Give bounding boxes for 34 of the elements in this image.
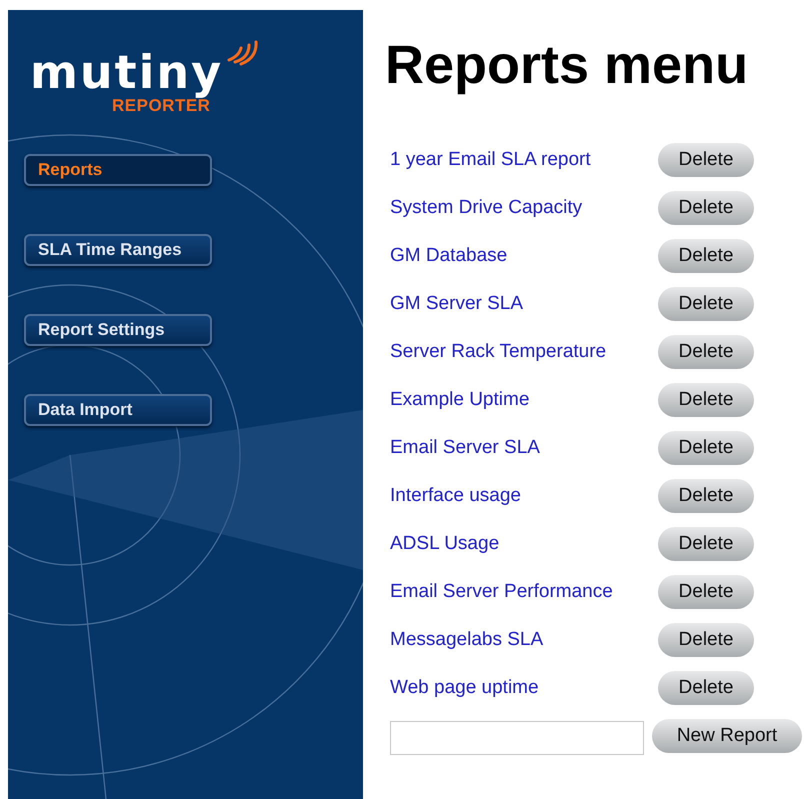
report-link[interactable]: Interface usage bbox=[390, 485, 658, 507]
report-link[interactable]: Web page uptime bbox=[390, 677, 658, 699]
new-report-button[interactable]: New Report bbox=[652, 719, 802, 753]
signal-waves-icon bbox=[225, 40, 260, 66]
delete-button[interactable]: Delete bbox=[658, 287, 754, 321]
page-title: Reports menu bbox=[385, 34, 750, 97]
report-name-field[interactable] bbox=[390, 721, 644, 755]
report-link[interactable]: ADSL Usage bbox=[390, 533, 658, 555]
delete-button[interactable]: Delete bbox=[658, 335, 754, 369]
report-link[interactable]: Messagelabs SLA bbox=[390, 629, 658, 651]
report-link[interactable]: GM Database bbox=[390, 245, 658, 267]
nav-button[interactable]: SLA Time Ranges bbox=[24, 234, 212, 266]
delete-button[interactable]: Delete bbox=[658, 239, 754, 273]
delete-button[interactable]: Delete bbox=[658, 575, 754, 609]
report-link[interactable]: System Drive Capacity bbox=[390, 197, 658, 219]
nav-button[interactable]: Reports bbox=[24, 154, 212, 186]
delete-button[interactable]: Delete bbox=[658, 479, 754, 513]
delete-button[interactable]: Delete bbox=[658, 671, 754, 705]
report-link[interactable]: Email Server Performance bbox=[390, 581, 658, 603]
report-link[interactable]: GM Server SLA bbox=[390, 293, 658, 315]
logo-subtitle: REPORTER bbox=[112, 98, 210, 114]
delete-button[interactable]: Delete bbox=[658, 143, 754, 177]
logo-wordmark: mutiny bbox=[30, 46, 224, 98]
nav-button[interactable]: Data Import bbox=[24, 394, 212, 426]
nav-button[interactable]: Report Settings bbox=[24, 314, 212, 346]
delete-button[interactable]: Delete bbox=[658, 383, 754, 417]
delete-button[interactable]: Delete bbox=[658, 191, 754, 225]
delete-button[interactable]: Delete bbox=[658, 527, 754, 561]
report-link[interactable]: Email Server SLA bbox=[390, 437, 658, 459]
delete-button[interactable]: Delete bbox=[658, 431, 754, 465]
report-link[interactable]: Example Uptime bbox=[390, 389, 658, 411]
report-link[interactable]: 1 year Email SLA report bbox=[390, 149, 658, 171]
delete-button[interactable]: Delete bbox=[658, 623, 754, 657]
report-link[interactable]: Server Rack Temperature bbox=[390, 341, 658, 363]
